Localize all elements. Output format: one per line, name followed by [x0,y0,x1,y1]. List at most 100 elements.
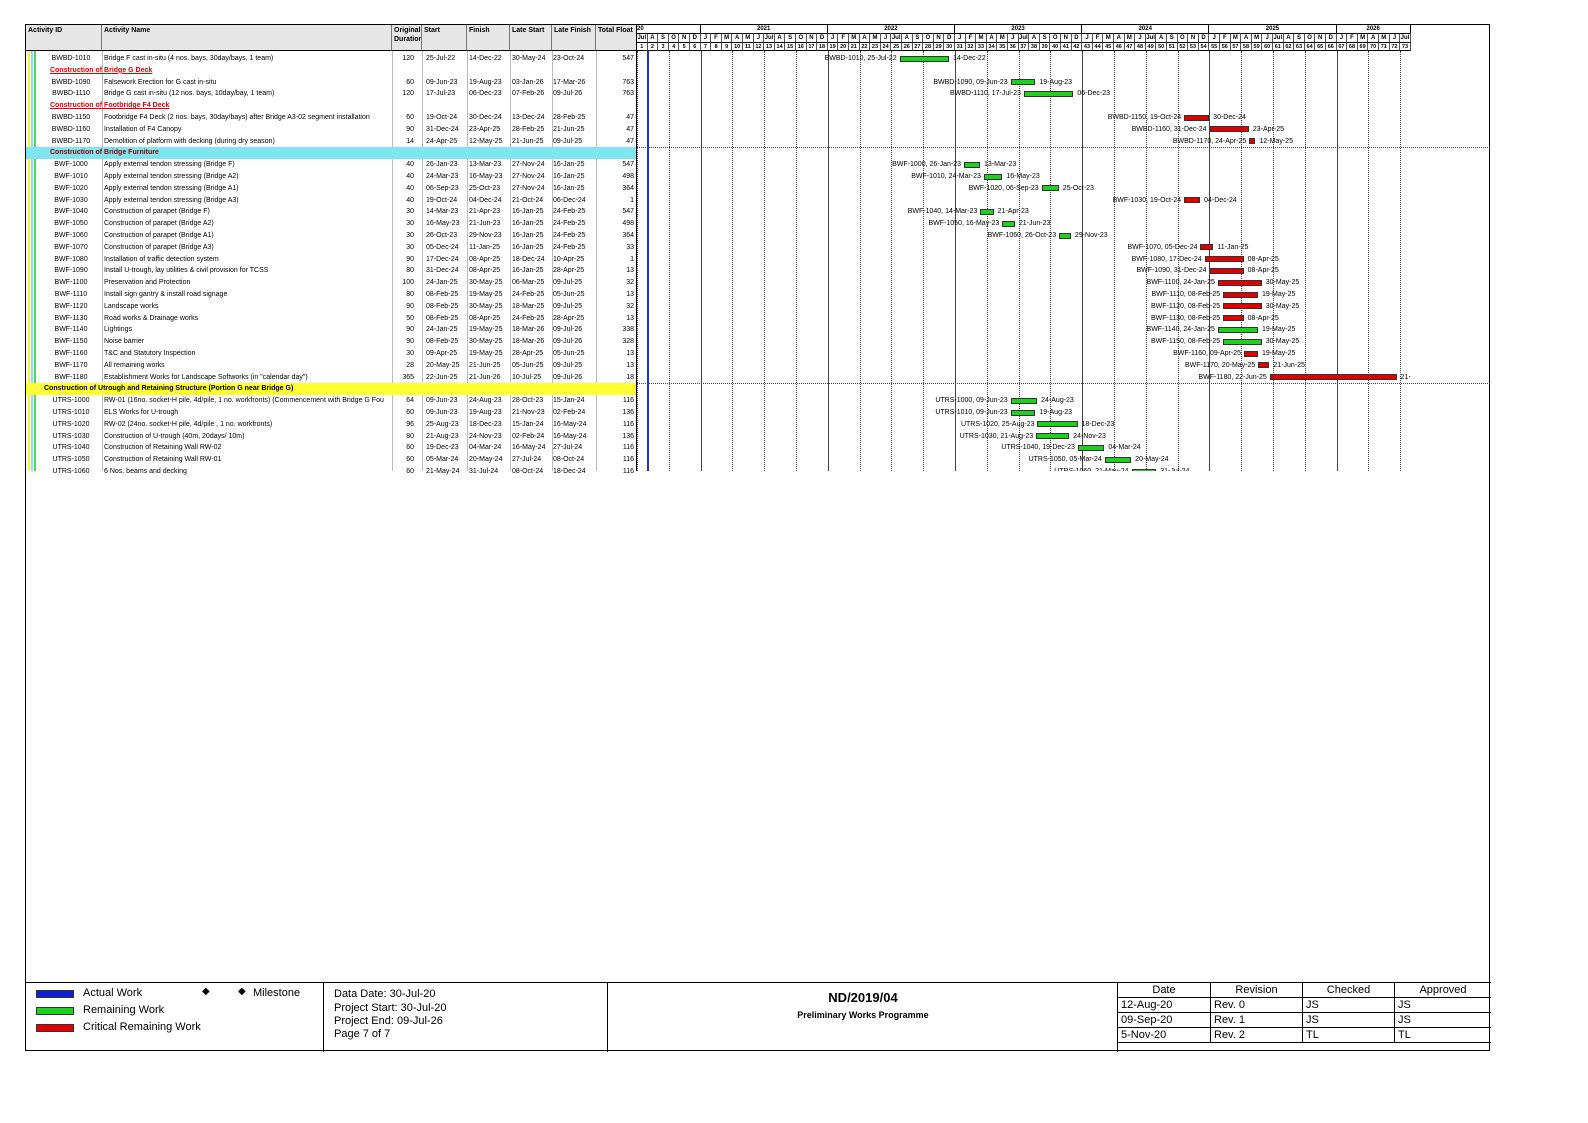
start-date: 24-Jan-25 [426,326,458,334]
critical-bar[interactable] [1269,374,1397,381]
activity-row[interactable]: BWF-1130 Road works & Drainage works 50 08-… [26,313,636,325]
timeline-period-number: 5 [679,42,690,51]
activity-row[interactable]: BWBD-1150 Footbridge F4 Deck (2 nos. bays… [26,112,636,124]
critical-bar[interactable] [1184,197,1201,204]
critical-bar[interactable] [1200,244,1214,251]
activity-row[interactable]: BWF-1160 T&C and Statutory Inspection 30 09… [26,348,636,360]
finish-date: 18-Dec-23 [469,420,502,428]
remaining-bar[interactable] [1036,433,1070,440]
activity-row[interactable]: BWF-1120 Landscape works 90 08-Feb-25 30-May… [26,301,636,313]
activity-row[interactable]: BWF-1180 Establishment Works for Landscap… [26,372,636,384]
activity-row[interactable]: BWF-1070 Construction of parapet (Bridge … [26,242,636,254]
activity-row[interactable]: UTRS-1050 Construction of Retaining Wall … [26,454,636,466]
remaining-bar[interactable] [1059,232,1071,239]
revision-cell: JS [1303,1013,1395,1028]
activity-row[interactable]: UTRS-1040 Construction of Retaining Wall … [26,442,636,454]
activity-name: 6 Nos. beams and decking [104,468,187,475]
timeline-period-number: 7 [700,42,712,51]
activity-row[interactable]: BWBD-1090 Falsework Erection for G cast i… [26,77,636,89]
remaining-bar[interactable] [1023,90,1074,97]
activity-row[interactable]: BWF-1000 Apply external tendon stressing … [26,159,636,171]
remaining-bar[interactable] [1223,338,1262,345]
critical-bar[interactable] [1209,126,1249,133]
remaining-bar[interactable] [983,173,1003,180]
original-duration: 50 [406,314,414,322]
wbs-name: Construction of Bridge Furniture [50,149,159,157]
activity-row[interactable]: UTRS-1020 RW-02 (24no. socket-H pile, 4d/… [26,419,636,431]
activity-row[interactable]: BWBD-1110 Bridge G cast in-situ (12 nos. … [26,88,636,100]
bar-start-label: UTRS-1050, 05-Mar-24 [1028,456,1102,464]
timeline-month: Jul [1018,33,1030,42]
activity-row[interactable]: UTRS-1010 ELS Works for U-trough 60 09-Jun-… [26,407,636,419]
timeline-year: 2023 [955,25,1083,33]
activity-row[interactable]: BWF-1140 Lightings 90 24-Jan-25 19-May-25 18-… [26,324,636,336]
remaining-bar[interactable] [1104,456,1132,463]
activity-row[interactable]: BWF-1030 Apply external tendon stressing … [26,195,636,207]
remaining-bar[interactable] [1041,185,1059,192]
critical-bar[interactable] [1223,315,1244,322]
bar-start-label: BWF-1180, 22-Jun-25 [1198,373,1267,381]
timeline-month: D [1198,33,1210,42]
bar-finish-label: 21-Apr-23 [997,208,1029,216]
remaining-bar[interactable] [1077,444,1105,451]
remaining-bar[interactable] [1010,409,1036,416]
activity-row[interactable]: BWF-1020 Apply external tendon stressing … [26,183,636,195]
critical-bar[interactable] [1204,256,1244,263]
critical-bar[interactable] [1217,279,1262,286]
late-finish-date: 09-Jul-25 [553,302,583,310]
activity-row[interactable]: UTRS-1030 Construction of U-trough (40m, … [26,431,636,443]
timeline-period-number: 64 [1304,42,1316,51]
activity-row[interactable]: BWF-1010 Apply external tendon stressing … [26,171,636,183]
activity-row[interactable]: BWF-1100 Preservation and Protection 100 24… [26,277,636,289]
total-float: 116 [622,456,634,464]
activity-row[interactable]: BWF-1080 Installation of traffic detectio… [26,254,636,266]
activity-row[interactable]: UTRS-1060 6 Nos. beams and decking 60 21-Ma… [26,466,636,478]
activity-row[interactable]: BWF-1110 Install sign gantry & install ro… [26,289,636,301]
original-duration: 30 [406,208,414,216]
remaining-bar[interactable] [980,208,994,215]
remaining-bar[interactable] [1037,421,1078,428]
remaining-bar[interactable] [1010,79,1036,86]
activity-row[interactable]: BWF-1170 All remaining works 28 20-May-25 21… [26,360,636,372]
critical-bar[interactable] [1249,138,1256,145]
activity-id: BWF-1150 [54,338,88,346]
activity-id: BWF-1120 [54,302,88,310]
activity-row[interactable]: BWF-1060 Construction of parapet (Bridge … [26,230,636,242]
activity-row[interactable]: BWF-1090 Install U-trough, lay utilities … [26,265,636,277]
remaining-bar[interactable] [1217,326,1258,333]
critical-bar[interactable] [1223,303,1262,310]
remaining-bar[interactable] [899,55,950,62]
critical-bar[interactable] [1223,291,1258,298]
late-finish-date: 24-Feb-25 [553,220,586,228]
activity-row[interactable]: UTRS-1000 RW-01 (16no. socket-H pile, 4d/… [26,395,636,407]
timeline-period-number: 56 [1220,42,1231,51]
remaining-bar[interactable] [964,161,981,168]
remaining-bar[interactable] [1010,397,1038,404]
total-float: 13 [626,314,634,322]
activity-id: BWBD-1150 [51,114,91,121]
start-date: 08-Feb-25 [426,302,459,310]
activity-row[interactable]: BWBD-1170 Demolition of platform with dec… [26,136,636,148]
late-finish-date: 24-Feb-25 [553,208,586,216]
remaining-bar[interactable] [1002,220,1015,227]
critical-bar[interactable] [1184,114,1210,121]
activity-name: Demolition of platform with decking (dur… [104,137,275,145]
activity-row[interactable]: BWF-1150 Noise barrier 90 08-Feb-25 30-May-2… [26,336,636,348]
wbs-band: Construction of Bridge Furniture [26,147,636,160]
critical-bar[interactable] [1244,350,1258,357]
late-start-date: 16-Jan-25 [512,208,544,216]
timeline-period-number: 43 [1082,42,1093,51]
bar-finish-label: 04-Dec-24 [1204,196,1237,204]
remaining-bar[interactable] [1131,468,1157,471]
start-date: 22-Jun-25 [426,373,458,381]
critical-bar[interactable] [1258,362,1270,369]
critical-bar[interactable] [1209,267,1244,274]
activity-row[interactable]: BWBD-1010 Bridge F cast in-situ (4 nos. b… [26,53,636,65]
activity-row[interactable]: BWF-1040 Construction of parapet (Bridge … [26,206,636,218]
document-title: ND/2019/04 Preliminary Works Programme [608,983,1118,1052]
activity-row[interactable]: BWF-1050 Construction of parapet (Bridge … [26,218,636,230]
bar-start-label: BWF-1150, 08-Feb-25 [1151,338,1221,346]
activity-row[interactable]: BWBD-1160 Installation of F4 Canopy 90 31-D… [26,124,636,136]
start-date: 19-Oct-24 [426,114,458,121]
late-finish-date: 15-Jan-24 [553,397,585,405]
